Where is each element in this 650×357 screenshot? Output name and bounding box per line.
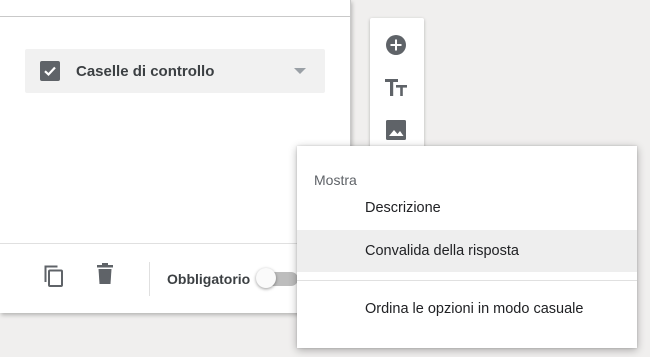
add-circle-icon[interactable] — [385, 34, 407, 61]
menu-divider — [297, 280, 637, 281]
chevron-down-icon — [294, 68, 306, 74]
image-icon[interactable] — [385, 119, 407, 146]
options-context-menu: Mostra Descrizione Convalida della rispo… — [297, 146, 637, 348]
menu-header-show: Mostra — [314, 172, 357, 188]
copy-icon[interactable] — [42, 264, 66, 293]
question-type-label: Caselle di controllo — [76, 62, 215, 80]
card-top-divider — [0, 16, 350, 17]
menu-item-response-validation[interactable]: Convalida della risposta — [297, 230, 637, 272]
checkbox-checked-icon — [40, 61, 60, 81]
footer-vertical-divider — [149, 262, 150, 296]
question-type-dropdown[interactable]: Caselle di controllo — [25, 49, 325, 93]
menu-item-shuffle-options[interactable]: Ordina le opzioni in modo casuale — [297, 288, 637, 330]
side-toolbar — [370, 18, 424, 158]
menu-item-label: Ordina le opzioni in modo casuale — [365, 301, 584, 317]
menu-item-description[interactable]: Descrizione — [297, 187, 637, 229]
required-toggle-thumb[interactable] — [256, 268, 276, 288]
menu-item-label: Descrizione — [365, 200, 441, 216]
trash-icon[interactable] — [94, 262, 116, 291]
menu-item-label: Convalida della risposta — [365, 243, 519, 259]
text-title-icon[interactable] — [385, 77, 409, 104]
required-label: Obbligatorio — [167, 271, 251, 287]
